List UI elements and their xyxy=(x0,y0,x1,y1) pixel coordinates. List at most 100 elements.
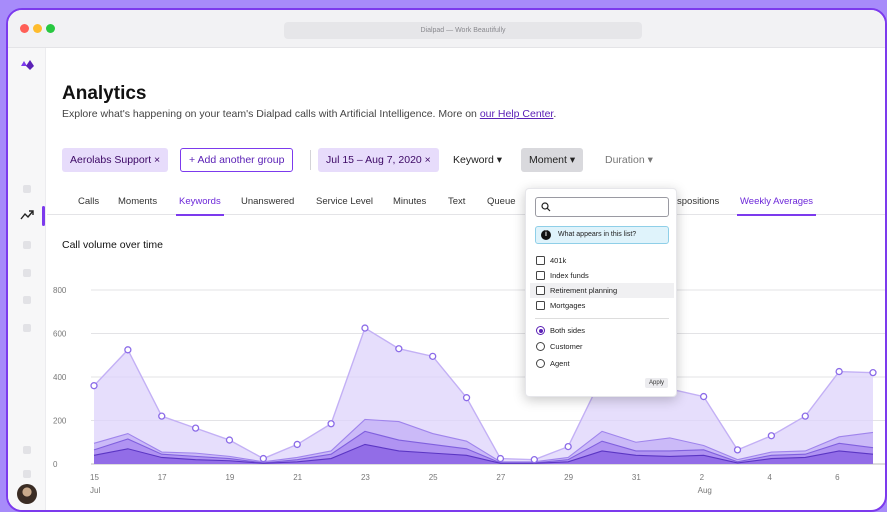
tab-calls[interactable]: Calls xyxy=(78,196,99,207)
tab-dispositions[interactable]: spositions xyxy=(677,196,719,207)
x-tick-label: 17 xyxy=(158,473,167,482)
data-point xyxy=(361,324,369,332)
data-point xyxy=(395,345,403,353)
y-tick-label: 200 xyxy=(53,417,67,426)
x-tick-label: 25 xyxy=(429,473,438,482)
x-tick-label: 27 xyxy=(496,473,505,482)
app-window: Dialpad — Work Beautifully Analytics Exp… xyxy=(6,8,887,512)
sidebar-item-4[interactable] xyxy=(23,269,31,277)
group-filter-chip[interactable]: Aerolabs Support × xyxy=(62,148,169,172)
checkbox-label: Mortgages xyxy=(550,301,586,310)
data-point xyxy=(835,367,843,376)
chart-title: Call volume over time xyxy=(62,239,163,251)
sidebar-item-3[interactable] xyxy=(23,241,31,249)
y-tick-label: 800 xyxy=(53,286,67,295)
sidebar-item-7[interactable] xyxy=(23,446,31,454)
sidebar-item-8[interactable] xyxy=(23,470,31,478)
checkbox-icon[interactable] xyxy=(536,271,545,280)
data-point xyxy=(869,369,877,377)
series-area xyxy=(94,328,873,464)
subtitle-text: Explore what's happening on your team's … xyxy=(62,108,480,120)
checkbox-401k[interactable]: 401k xyxy=(530,253,674,268)
tab-text[interactable]: Text xyxy=(448,196,465,207)
subtitle-end: . xyxy=(553,108,557,120)
radio-icon[interactable] xyxy=(536,359,545,368)
page-title: Analytics xyxy=(62,83,147,104)
radio-both-sides[interactable]: Both sides xyxy=(530,323,674,338)
add-group-button[interactable]: + Add another group xyxy=(180,148,294,172)
tab-keywords[interactable]: Keywords xyxy=(176,196,224,216)
data-point xyxy=(90,382,98,390)
checkbox-index-funds[interactable]: Index funds xyxy=(530,268,674,283)
tab-moments[interactable]: Moments xyxy=(118,196,157,207)
data-point xyxy=(158,412,166,420)
data-point xyxy=(801,412,809,420)
data-point xyxy=(733,446,742,454)
radio-customer[interactable]: Customer xyxy=(530,339,674,354)
info-icon: i xyxy=(541,230,551,240)
x-tick-label: 6 xyxy=(835,473,840,482)
tab-service-level[interactable]: Service Level xyxy=(316,196,373,207)
sidebar-item-6[interactable] xyxy=(23,324,31,332)
duration-dropdown[interactable]: Duration ▾ xyxy=(597,148,661,172)
radio-icon[interactable] xyxy=(536,326,545,335)
data-point xyxy=(700,392,708,401)
x-tick-label: 19 xyxy=(225,473,234,482)
tab-minutes[interactable]: Minutes xyxy=(393,196,426,207)
search-icon xyxy=(541,202,551,212)
radio-agent[interactable]: Agent xyxy=(530,356,674,371)
data-point xyxy=(225,436,234,444)
month-label: Jul xyxy=(90,486,100,495)
checkbox-label: Retirement planning xyxy=(550,286,618,295)
radio-icon[interactable] xyxy=(536,342,545,351)
data-point xyxy=(564,442,572,451)
maximize-window-button[interactable] xyxy=(46,24,55,33)
data-point xyxy=(124,346,132,354)
x-tick-label: 15 xyxy=(90,473,99,482)
info-text: What appears in this list? xyxy=(558,231,637,238)
x-tick-label: 29 xyxy=(564,473,573,482)
data-point xyxy=(767,432,776,440)
date-range-chip[interactable]: Jul 15 – Aug 7, 2020 × xyxy=(318,148,439,172)
window-title: Dialpad — Work Beautifully xyxy=(284,22,642,39)
tab-weekly-averages[interactable]: Weekly Averages xyxy=(736,196,817,216)
checkbox-icon[interactable] xyxy=(536,256,545,265)
keyword-dropdown[interactable]: Keyword ▾ xyxy=(445,148,510,172)
moment-dropdown[interactable]: Moment ▾ xyxy=(521,148,584,172)
checkbox-label: 401k xyxy=(550,256,567,265)
apply-button[interactable]: Apply xyxy=(644,378,668,388)
radio-label: Both sides xyxy=(550,326,586,335)
checkbox-mortgages[interactable]: Mortgages xyxy=(530,298,674,313)
x-tick-label: 21 xyxy=(293,473,302,482)
x-tick-label: 4 xyxy=(767,473,772,482)
checkbox-retirement-planning[interactable]: Retirement planning xyxy=(530,283,674,298)
data-point xyxy=(259,454,267,463)
tab-queue[interactable]: Queue xyxy=(487,196,516,207)
trend-icon[interactable] xyxy=(20,210,34,220)
checkbox-icon[interactable] xyxy=(536,301,545,310)
month-label: Aug xyxy=(698,486,712,495)
close-window-button[interactable] xyxy=(20,24,29,33)
checkbox-icon[interactable] xyxy=(536,286,545,295)
sidebar-item-1[interactable] xyxy=(23,185,31,193)
data-point xyxy=(191,424,200,432)
filter-separator xyxy=(310,150,311,170)
sidebar xyxy=(8,48,46,510)
page-subtitle: Explore what's happening on your team's … xyxy=(62,108,556,120)
y-tick-label: 0 xyxy=(53,460,58,469)
data-point xyxy=(327,420,335,428)
data-point xyxy=(293,440,301,449)
info-banner[interactable]: i What appears in this list? xyxy=(535,226,669,244)
dropdown-search-input[interactable] xyxy=(535,197,669,217)
y-tick-label: 600 xyxy=(53,330,67,339)
sidebar-item-5[interactable] xyxy=(23,296,31,304)
minimize-window-button[interactable] xyxy=(33,24,42,33)
radio-label: Agent xyxy=(550,359,570,368)
dialpad-logo-icon[interactable] xyxy=(20,59,35,71)
data-point xyxy=(530,455,538,464)
avatar[interactable] xyxy=(17,484,37,504)
active-indicator xyxy=(42,206,45,226)
help-center-link[interactable]: our Help Center xyxy=(480,108,554,120)
checkbox-label: Index funds xyxy=(550,271,589,280)
tab-unanswered[interactable]: Unanswered xyxy=(241,196,294,207)
